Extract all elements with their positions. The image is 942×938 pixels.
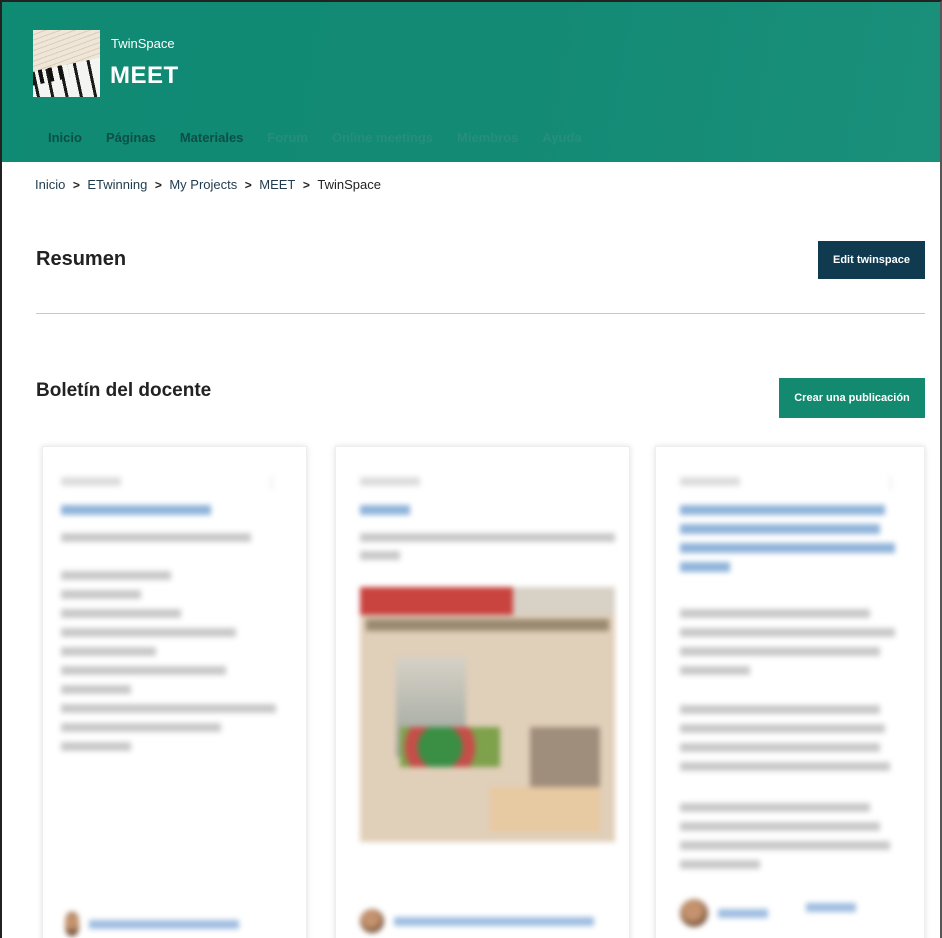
post-line bbox=[61, 628, 236, 637]
chevron-right-icon: > bbox=[244, 177, 252, 192]
breadcrumb: Inicio > ETwinning > My Projects > MEET … bbox=[35, 177, 381, 192]
post-image[interactable] bbox=[360, 587, 615, 842]
post-line bbox=[61, 723, 221, 732]
post-line bbox=[61, 590, 141, 599]
author-name bbox=[394, 916, 594, 926]
app-subtitle: TwinSpace bbox=[111, 36, 175, 51]
project-title: MEET bbox=[110, 62, 179, 89]
post-line bbox=[680, 609, 870, 618]
post-line bbox=[61, 609, 181, 618]
bulletin-heading: Boletín del docente bbox=[36, 380, 212, 401]
post-line bbox=[680, 628, 895, 637]
post-link[interactable] bbox=[360, 533, 615, 542]
author-name bbox=[806, 903, 856, 912]
post-line bbox=[61, 685, 131, 694]
post-title[interactable] bbox=[680, 524, 880, 534]
nav-item-paginas[interactable]: Páginas bbox=[94, 130, 168, 152]
nav-item-online-meetings[interactable]: Online meetings bbox=[320, 130, 445, 152]
post-line bbox=[680, 724, 885, 733]
more-vertical-icon[interactable]: ⋮ bbox=[265, 475, 279, 489]
post-title[interactable] bbox=[61, 505, 211, 515]
author-name bbox=[718, 908, 768, 918]
post-date bbox=[360, 477, 420, 486]
post-date bbox=[680, 477, 740, 486]
project-logo bbox=[33, 30, 100, 97]
image-region bbox=[366, 619, 609, 631]
post-line bbox=[680, 860, 760, 869]
chevron-right-icon: > bbox=[72, 177, 80, 192]
breadcrumb-inicio[interactable]: Inicio bbox=[35, 177, 65, 192]
image-region bbox=[400, 727, 500, 767]
nav-item-miembros[interactable]: Miembros bbox=[445, 130, 530, 152]
post-line bbox=[61, 742, 131, 751]
avatar bbox=[360, 909, 384, 933]
post-line bbox=[680, 705, 880, 714]
edit-twinspace-button[interactable]: Edit twinspace bbox=[818, 241, 925, 279]
post-title[interactable] bbox=[680, 543, 895, 553]
avatar bbox=[680, 899, 708, 927]
chevron-right-icon: > bbox=[302, 177, 310, 192]
image-region bbox=[530, 727, 600, 787]
post-line bbox=[680, 841, 890, 850]
post-author[interactable] bbox=[680, 899, 768, 927]
post-author[interactable] bbox=[806, 903, 856, 912]
post-line bbox=[680, 762, 890, 771]
avatar bbox=[65, 912, 79, 936]
breadcrumb-meet[interactable]: MEET bbox=[259, 177, 295, 192]
post-line bbox=[680, 803, 870, 812]
post-title[interactable] bbox=[680, 505, 885, 515]
bulletin-card[interactable]: ⋮ bbox=[42, 446, 307, 938]
section-divider bbox=[36, 313, 925, 314]
post-date bbox=[61, 477, 121, 486]
post-line bbox=[680, 822, 880, 831]
post-line bbox=[61, 647, 156, 656]
post-line bbox=[61, 666, 226, 675]
bulletin-card[interactable]: ⋮ bbox=[655, 446, 925, 938]
post-line bbox=[680, 666, 750, 675]
post-line bbox=[61, 533, 251, 542]
author-name bbox=[89, 919, 239, 929]
breadcrumb-etwinning[interactable]: ETwinning bbox=[87, 177, 147, 192]
post-title[interactable] bbox=[680, 562, 730, 572]
create-post-button[interactable]: Crear una publicación bbox=[779, 378, 925, 418]
summary-heading: Resumen bbox=[36, 248, 127, 270]
nav-item-inicio[interactable]: Inicio bbox=[36, 130, 94, 152]
more-vertical-icon[interactable]: ⋮ bbox=[884, 475, 898, 489]
bulletin-card[interactable] bbox=[335, 446, 630, 938]
page-frame: TwinSpace MEET Inicio Páginas Materiales… bbox=[0, 0, 942, 938]
post-link[interactable] bbox=[360, 551, 400, 560]
post-line bbox=[680, 743, 880, 752]
post-author[interactable] bbox=[65, 912, 239, 936]
post-line bbox=[61, 704, 276, 713]
image-region bbox=[490, 787, 600, 832]
image-region bbox=[360, 587, 615, 615]
post-line bbox=[61, 571, 171, 580]
post-author[interactable] bbox=[360, 909, 594, 933]
nav-item-materiales[interactable]: Materiales bbox=[168, 130, 256, 152]
chevron-right-icon: > bbox=[154, 177, 162, 192]
breadcrumb-my-projects[interactable]: My Projects bbox=[169, 177, 237, 192]
post-title[interactable] bbox=[360, 505, 410, 515]
twinspace-header: TwinSpace MEET Inicio Páginas Materiales… bbox=[2, 2, 940, 162]
nav-item-ayuda[interactable]: Ayuda bbox=[530, 130, 593, 152]
main-nav: Inicio Páginas Materiales Forum Online m… bbox=[36, 130, 594, 152]
breadcrumb-twinspace: TwinSpace bbox=[317, 177, 381, 192]
post-line bbox=[680, 647, 880, 656]
nav-item-forum[interactable]: Forum bbox=[255, 130, 319, 152]
